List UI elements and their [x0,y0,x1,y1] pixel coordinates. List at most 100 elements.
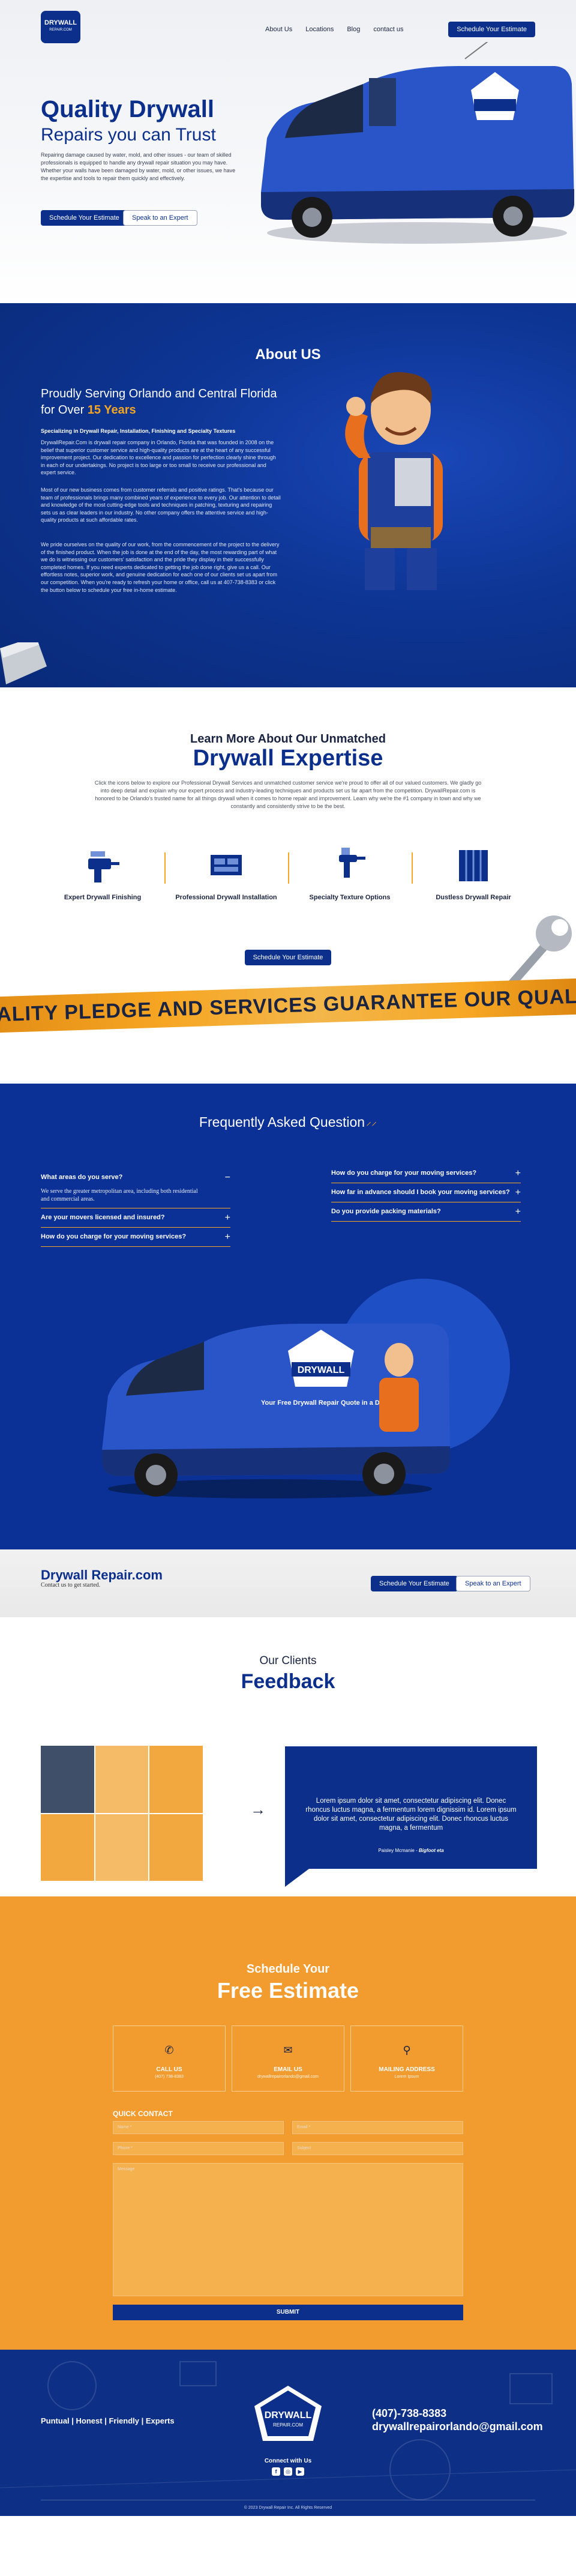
faq-answer: We serve the greater metropolitan area, … [41,1188,198,1202]
faq-item[interactable]: How do you charge for your moving servic… [331,1164,521,1183]
facebook-icon[interactable]: f [272,2467,280,2476]
author-name: Paisley Mcmanie [378,1848,415,1853]
spray-gun-icon [339,848,365,878]
mail-icon: ✉ [283,2044,293,2056]
feedback-pretitle: Our Clients [259,1654,317,1667]
faq-question: What areas do you serve? [41,1174,123,1181]
client-photo-grid [41,1746,203,1881]
hero-schedule-button[interactable]: Schedule Your Estimate [41,210,128,226]
hero-expert-button[interactable]: Speak to an Expert [123,210,197,226]
contact-card-address[interactable]: ⚲ MAILING ADDRESS Lorem Ipsum [350,2026,463,2092]
faq-item[interactable]: How do you charge for your moving servic… [41,1228,230,1247]
drill-icon [88,851,119,882]
message-field[interactable]: Message [113,2163,463,2296]
feature-label: Dustless Drywall Repair [436,894,511,901]
about-paragraph-3: We pride ourselves on the quality of our… [41,541,280,593]
youtube-icon[interactable]: ▶ [296,2467,304,2476]
footer-logo-main: DRYWALL [265,2410,312,2421]
nav-link-about[interactable]: About Us [265,26,292,33]
faq-question: Are your movers licensed and insured? [41,1214,165,1221]
card-title: CALL US [156,2066,182,2073]
card-title: EMAIL US [274,2066,302,2073]
phone-icon: ✆ [164,2044,174,2056]
faq-question: How far in advance should I book your mo… [331,1189,510,1196]
expand-icon[interactable]: + [515,1188,521,1198]
expand-icon[interactable]: + [515,1169,521,1178]
navbar: DRYWALL REPAIR.COM About Us Locations Bl… [0,0,576,48]
faq-title-text: Frequently Asked Question [199,1114,365,1130]
sparkle-icon: ⸝⸝ [366,1115,377,1127]
faq-left-column: What areas do you serve? − We serve the g… [41,1168,230,1247]
faq-van-image: DRYWALL Your Free Drywall Repair Quote i… [102,1324,450,1498]
expand-icon[interactable]: + [225,1213,230,1223]
submit-button[interactable]: SUBMIT [113,2305,463,2320]
contact-card-email[interactable]: ✉ EMAIL US drywallrepairorlando@gmail.co… [232,2026,344,2092]
author-role: Bigfoot eta [418,1848,444,1853]
social-links: f ◎ ▶ [0,2467,576,2476]
footer-email[interactable]: drywallrepairorlando@gmail.com [372,2421,543,2433]
expand-icon[interactable]: + [225,1232,230,1242]
footer-phone[interactable]: (407)-738-8383 [372,2407,446,2420]
hero-subtitle: Repairs you can Trust [41,125,216,145]
estimate-section: Schedule Your Free Estimate ✆ CALL US (4… [0,1896,576,2350]
site-logo[interactable]: DRYWALL REPAIR.COM [41,11,80,43]
faq-question: Do you provide packing materials? [331,1208,441,1215]
client-photo [41,1814,94,1881]
nav-link-contact[interactable]: contact us [373,26,403,33]
client-photo [95,1746,149,1813]
expertise-description: Click the icons below to explore our Pro… [94,780,482,809]
van-text: Your Free Drywall Repair Quote in a Day [261,1399,388,1407]
subject-field[interactable]: Subject [292,2142,463,2155]
faq-item[interactable]: Do you provide packing materials? + [331,1202,521,1222]
wall-grid-icon [459,850,488,881]
nav-link-blog[interactable]: Blog [347,26,360,33]
mascot-illustration [345,372,443,590]
faq-item[interactable]: Are your movers licensed and insured? + [41,1208,230,1228]
feature-list: Expert Drywall Finishing Professional Dr… [41,846,535,902]
feature-professional-installation[interactable]: Professional Drywall Installation [164,846,288,902]
faq-question: How do you charge for your moving servic… [331,1169,477,1177]
faq-item[interactable]: What areas do you serve? − We serve the g… [41,1168,230,1208]
about-heading: Proudly Serving Orlando and Central Flor… [41,386,287,418]
card-value: drywallrepairorlando@gmail.com [257,2075,319,2079]
name-field[interactable]: Name * [113,2121,284,2134]
hero-van-image [261,42,574,244]
client-photo [41,1746,94,1813]
copyright: © 2023 Drywall Repair Inc. All Rights Re… [244,2506,332,2510]
banner-text: QUALITY PLEDGE AND SERVICES GUARANTEE OU… [0,983,576,1027]
cta-schedule-button[interactable]: Schedule Your Estimate [371,1576,458,1591]
about-paragraph-2: Most of our new business comes from cust… [41,487,281,523]
instagram-icon[interactable]: ◎ [284,2467,292,2476]
nav-schedule-button[interactable]: Schedule Your Estimate [448,22,535,37]
expand-icon[interactable]: + [515,1207,521,1217]
arrow-right-icon[interactable]: → [250,1800,266,1819]
contact-card-call[interactable]: ✆ CALL US (407) 738-8383 [113,2026,226,2092]
collapse-icon[interactable]: − [225,1173,230,1183]
about-subheading: Specializing in Drywall Repair, Installa… [41,428,236,434]
svg-text:DRYWALL: DRYWALL [298,1365,345,1375]
expertise-schedule-button[interactable]: Schedule Your Estimate [244,950,332,965]
feature-expert-finishing[interactable]: Expert Drywall Finishing [41,846,164,902]
estimate-pretitle: Schedule Your [246,1962,330,1976]
about-heading-highlight: 15 Years [87,403,136,417]
hero-body: Repairing damage caused by water, mold, … [41,152,236,181]
connect-heading: Connect with Us [264,2458,312,2464]
nav-link-locations[interactable]: Locations [305,26,334,33]
email-field[interactable]: Email * [292,2121,463,2134]
expertise-cta-wrap: Schedule Your Estimate [0,950,576,965]
phone-field[interactable]: Phone * [113,2142,284,2155]
faq-title: Frequently Asked Question ⸝⸝ [0,1114,576,1130]
footer-logo[interactable]: DRYWALL REPAIR.COM [254,2386,322,2441]
cta-expert-button[interactable]: Speak to an Expert [456,1576,530,1591]
quick-contact-heading: QUICK CONTACT [113,2110,173,2118]
logo-sub-text: REPAIR.COM [49,28,72,32]
faq-item[interactable]: How far in advance should I book your mo… [331,1183,521,1202]
feature-specialty-texture[interactable]: Specialty Texture Options [288,846,412,902]
faq-right-column: How do you charge for your moving servic… [331,1164,521,1222]
testimonial-text: Lorem ipsum dolor sit amet, consectetur … [305,1797,517,1832]
feature-dustless-repair[interactable]: Dustless Drywall Repair [412,846,535,902]
cta-tagline: Contact us to get started. [41,1582,101,1588]
cta-brand: Drywall Repair.com [41,1567,163,1582]
card-title: MAILING ADDRESS [379,2066,435,2073]
hero-title: Quality Drywall [41,96,214,122]
